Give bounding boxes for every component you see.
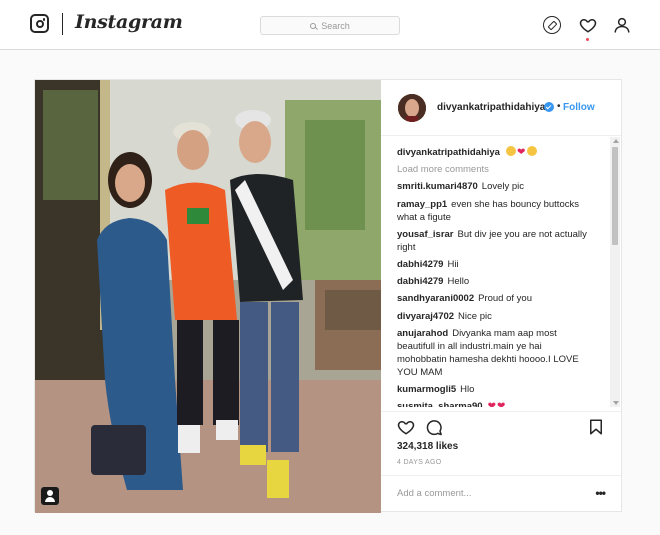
comment-text: Hlo	[460, 383, 475, 395]
comment-username[interactable]: divyaraj4702	[397, 311, 454, 322]
comment-username[interactable]: susmita_sharma90	[397, 401, 483, 407]
list-item: dabhi4279 Hello	[397, 275, 591, 288]
post-photo[interactable]	[35, 80, 381, 513]
add-comment-bar: Add a comment... •••	[381, 475, 621, 513]
list-item: susmita_sharma90 ❤❤	[397, 400, 591, 407]
logo-divider	[62, 13, 63, 35]
comment-text: Lovely pic	[481, 181, 525, 193]
post-header: divyankatripathidahiya • Follow	[381, 80, 621, 136]
add-comment-input[interactable]: Add a comment...	[397, 488, 471, 499]
winking-face-emoji-icon	[527, 146, 538, 156]
search-icon	[310, 22, 317, 29]
comment-username[interactable]: kumarmogli5	[397, 384, 456, 395]
search-input[interactable]: Search	[260, 16, 400, 35]
notification-dot	[586, 38, 589, 41]
post-timestamp[interactable]: 4 DAYS AGO	[397, 459, 442, 466]
post-actions	[381, 411, 621, 441]
bookmark-icon[interactable]	[587, 418, 605, 436]
list-item: yousaf_israr But div jee you are not actu…	[397, 228, 591, 254]
caption: divyankatripathidahiya ❤	[397, 146, 591, 159]
smiling-face-emoji-icon	[505, 146, 516, 156]
like-heart-icon[interactable]	[397, 418, 415, 436]
red-heart-emoji-icon: ❤	[516, 147, 526, 158]
compass-icon[interactable]	[543, 16, 561, 34]
search-placeholder: Search	[321, 20, 350, 31]
comments-list[interactable]: divyankatripathidahiya ❤ Load more commen…	[381, 137, 621, 407]
top-nav: Instagram Search	[0, 0, 660, 50]
comment-text: Nice pic	[458, 310, 492, 322]
comment-username[interactable]: smriti.kumari4870	[397, 181, 478, 192]
caption-username[interactable]: divyankatripathidahiya	[397, 147, 500, 158]
list-item: dabhi4279 Hii	[397, 258, 591, 271]
avatar-image	[398, 94, 426, 122]
post-card: divyankatripathidahiya • Follow divyanka…	[34, 79, 622, 513]
comment-username[interactable]: sandhyarani0002	[397, 293, 474, 304]
comment-text: Proud of you	[478, 293, 532, 305]
comment-username[interactable]: anujarahod	[397, 328, 448, 339]
tagged-user-icon[interactable]	[41, 487, 59, 505]
post-username[interactable]: divyankatripathidahiya	[437, 102, 545, 113]
more-options-icon[interactable]: •••	[595, 486, 606, 500]
comment-username[interactable]: dabhi4279	[397, 276, 443, 287]
verified-badge-icon	[544, 102, 554, 112]
scroll-up-arrow-icon[interactable]	[613, 139, 619, 143]
instagram-glyph-icon[interactable]	[30, 14, 49, 33]
load-more-comments-link[interactable]: Load more comments	[397, 163, 591, 176]
post-sidebar: divyankatripathidahiya • Follow divyanka…	[381, 80, 621, 513]
list-item: ramay_pp1 even she has bouncy buttocks wh…	[397, 198, 591, 224]
red-heart-emoji-icon: ❤	[487, 401, 496, 407]
comment-username[interactable]: ramay_pp1	[397, 199, 447, 210]
instagram-logo-text[interactable]: Instagram	[75, 11, 183, 33]
avatar[interactable]	[398, 94, 426, 122]
separator-dot: •	[557, 101, 561, 112]
scroll-down-arrow-icon[interactable]	[613, 401, 619, 405]
follow-button[interactable]: Follow	[563, 102, 595, 113]
comment-username[interactable]: yousaf_israr	[397, 229, 454, 240]
comments-scrollbar[interactable]	[610, 137, 620, 407]
list-item: kumarmogli5 Hlo	[397, 383, 591, 396]
post-photo-illustration	[35, 80, 381, 513]
list-item: sandhyarani0002 Proud of you	[397, 292, 591, 305]
list-item: divyaraj4702 Nice pic	[397, 310, 591, 323]
scrollbar-thumb[interactable]	[612, 147, 618, 245]
comment-text: Hii	[447, 258, 459, 270]
heart-icon[interactable]	[579, 16, 597, 34]
red-heart-emoji-icon: ❤	[496, 401, 506, 407]
profile-icon[interactable]	[613, 16, 631, 34]
comment-text: Hello	[447, 276, 470, 288]
list-item: smriti.kumari4870 Lovely pic	[397, 180, 591, 193]
likes-count[interactable]: 324,318 likes	[397, 441, 458, 452]
list-item: anujarahod Divyanka mam aap most beautifu…	[397, 327, 591, 379]
comment-bubble-icon[interactable]	[425, 418, 443, 436]
comment-username[interactable]: dabhi4279	[397, 259, 443, 270]
